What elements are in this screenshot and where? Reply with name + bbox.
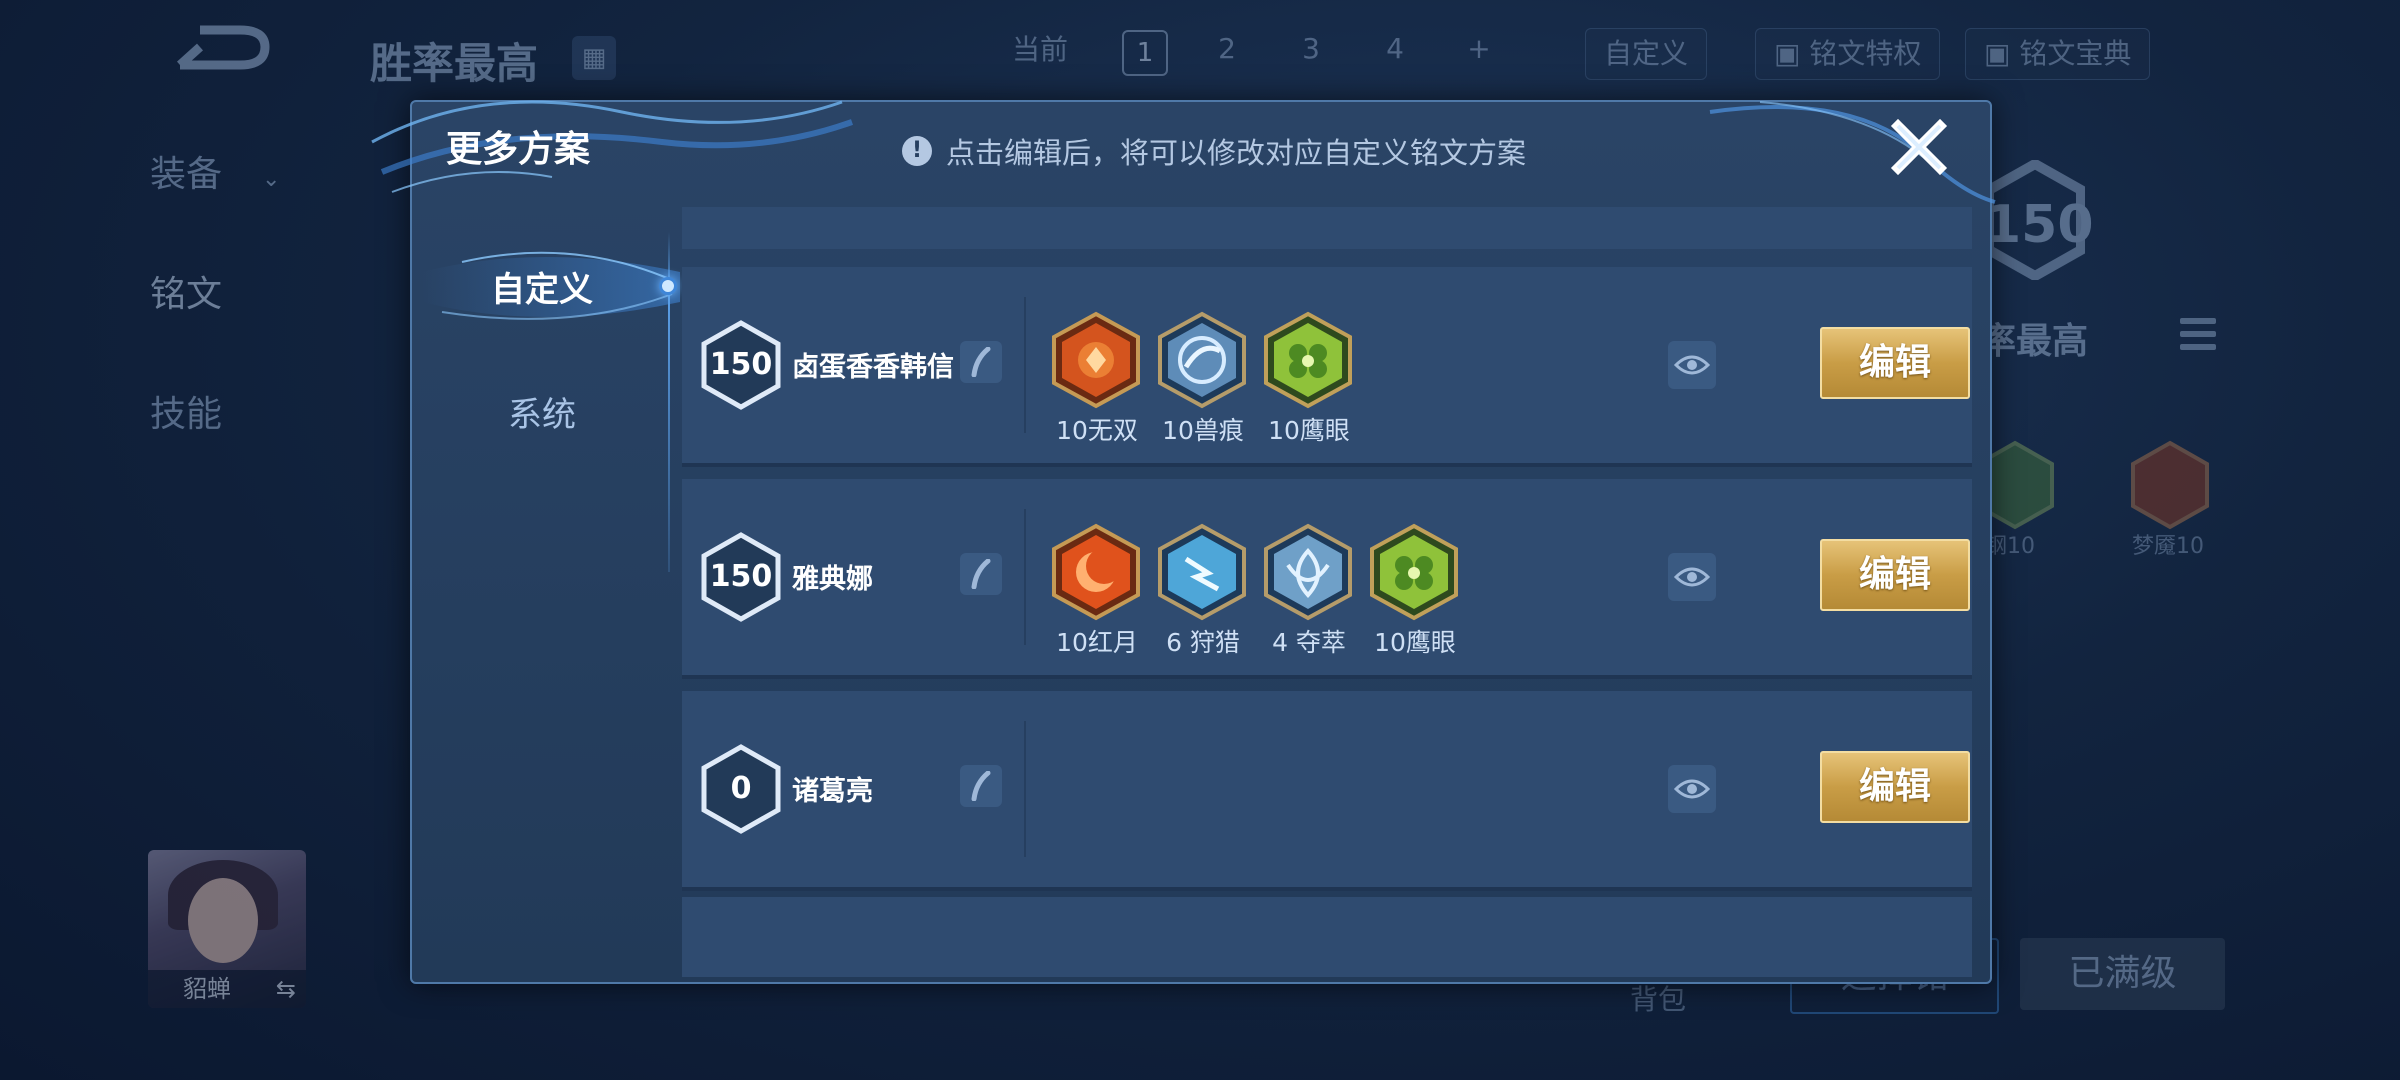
back-icon[interactable] [170, 25, 270, 85]
rune-privilege-button[interactable]: ▣ 铭文特权 [1755, 28, 1941, 80]
eye-icon [1674, 779, 1710, 799]
more-schemes-dialog: 更多方案 ! 点击编辑后，将可以修改对应自定义铭文方案 自定义 系统 150 卤… [371, 100, 1996, 984]
list-row-partial [682, 207, 1972, 249]
grid-icon[interactable]: ▦ [572, 36, 616, 80]
rename-button[interactable] [960, 765, 1002, 807]
scheme-row: 0 诸葛亮 编辑 [682, 691, 1972, 891]
rune-green-icon [1264, 311, 1352, 409]
edit-button[interactable]: 编辑 [1820, 539, 1970, 611]
maxed-button[interactable]: 已满级 [2020, 938, 2225, 1010]
level-value: 150 [1985, 195, 2094, 255]
rune-red-icon [1052, 311, 1140, 409]
rune-red-icon [1052, 523, 1140, 621]
bag-label[interactable]: 背包 [1630, 978, 1686, 1018]
nav-runes[interactable]: 铭文 [150, 265, 350, 317]
divider [1024, 297, 1026, 433]
current-label: 当前 [1012, 33, 1069, 66]
rune-item[interactable]: 10无双 [1044, 311, 1150, 451]
scheme-row: 150 卤蛋香香韩信 10无双 10兽痕 10鹰眼 编辑 [682, 267, 1972, 467]
page-2-button[interactable]: 2 [1206, 32, 1248, 65]
guide-label: 铭文宝典 [2019, 37, 2132, 70]
swap-icon[interactable]: ⇆ [276, 970, 296, 1008]
nav-skills[interactable]: 技能 [150, 385, 350, 437]
chevron-down-icon: ⌄ [262, 167, 281, 192]
page-1-button[interactable]: 1 [1122, 30, 1168, 76]
rune-blue-icon [1158, 311, 1246, 409]
dialog-title: 更多方案 [446, 129, 591, 170]
preview-button[interactable] [1668, 765, 1716, 813]
scheme-level: 150 [709, 347, 773, 382]
scheme-title: 率最高 [1980, 321, 2089, 362]
hint-text-row: ! 点击编辑后，将可以修改对应自定义铭文方案 [902, 130, 1526, 172]
hero-avatar[interactable]: 貂蝉 ⇆ [148, 850, 306, 1008]
rune-red-icon [2131, 440, 2209, 530]
rune-list: 10无双 10兽痕 10鹰眼 [1044, 311, 1362, 451]
rune-item[interactable]: 10鹰眼 [1362, 523, 1468, 663]
page-4-button[interactable]: 4 [1374, 32, 1416, 65]
rune-label: 10鹰眼 [1268, 416, 1350, 445]
rune-label: 10红月 [1056, 628, 1138, 657]
decorative-swirl [1709, 101, 1996, 204]
close-icon[interactable] [1888, 116, 1950, 178]
decorative-swirl [371, 100, 854, 193]
rune-label: 4 夺萃 [1272, 628, 1346, 657]
page-3-button[interactable]: 3 [1290, 32, 1332, 65]
scheme-name: 诸葛亮 [792, 776, 873, 807]
rune-guide-button[interactable]: ▣ 铭文宝典 [1965, 28, 2151, 80]
scheme-level: 150 [709, 559, 773, 594]
pencil-icon [971, 771, 991, 801]
scheme-row: 150 雅典娜 10红月 6 狩猎 4 夺萃 10鹰眼 编辑 [682, 479, 1972, 679]
info-icon: ! [902, 136, 932, 166]
menu-icon[interactable] [2180, 318, 2216, 357]
preview-button[interactable] [1668, 553, 1716, 601]
hero-name: 貂蝉 [183, 975, 231, 1003]
rune-label: 10无双 [1056, 416, 1138, 445]
page-title: 胜率最高 [370, 39, 539, 88]
nav-equipment[interactable]: 装备 ⌄ [150, 145, 350, 197]
list-row-partial [682, 897, 1972, 977]
scheme-level: 0 [730, 771, 752, 806]
rune-label: 6 狩猎 [1166, 628, 1240, 657]
rune-item[interactable]: 6 狩猎 [1150, 523, 1256, 663]
custom-button[interactable]: 自定义 [1585, 28, 1708, 80]
edit-button[interactable]: 编辑 [1820, 751, 1970, 823]
scheme-name: 雅典娜 [792, 564, 873, 595]
rune-label: 钢10 [1985, 534, 2035, 559]
scheme-list[interactable]: 150 卤蛋香香韩信 10无双 10兽痕 10鹰眼 编辑 150 雅典娜 10红… [682, 207, 1972, 977]
pencil-icon [971, 559, 991, 589]
rune-blue-icon [1264, 523, 1352, 621]
tab-system[interactable]: 系统 [412, 387, 672, 436]
tab-custom[interactable]: 自定义 [412, 262, 672, 311]
nav-label: 铭文 [150, 274, 223, 315]
nav-label: 技能 [150, 394, 223, 435]
rune-list: 10红月 6 狩猎 4 夺萃 10鹰眼 [1044, 523, 1468, 663]
rune-item[interactable]: 4 夺萃 [1256, 523, 1362, 663]
rune-item[interactable]: 10兽痕 [1150, 311, 1256, 451]
rune-item[interactable]: 10鹰眼 [1256, 311, 1362, 451]
divider [1024, 509, 1026, 645]
rune-label: 梦魇10 [2132, 534, 2204, 559]
scheme-name: 卤蛋香香韩信 [792, 352, 954, 383]
rename-button[interactable] [960, 553, 1002, 595]
nav-label: 装备 [150, 154, 223, 195]
hint-text: 点击编辑后，将可以修改对应自定义铭文方案 [946, 136, 1527, 170]
edit-button[interactable]: 编辑 [1820, 327, 1970, 399]
rune-label: 10兽痕 [1162, 416, 1244, 445]
rune-blue-icon [1158, 523, 1246, 621]
rune-green-icon [1370, 523, 1458, 621]
rename-button[interactable] [960, 341, 1002, 383]
rune-label: 10鹰眼 [1374, 628, 1456, 657]
privilege-label: 铭文特权 [1809, 37, 1922, 70]
eye-icon [1674, 567, 1710, 587]
preview-button[interactable] [1668, 341, 1716, 389]
divider [1024, 721, 1026, 857]
pencil-icon [971, 347, 991, 377]
eye-icon [1674, 355, 1710, 375]
add-page-button[interactable]: + [1458, 32, 1500, 65]
rune-item[interactable]: 10红月 [1044, 523, 1150, 663]
